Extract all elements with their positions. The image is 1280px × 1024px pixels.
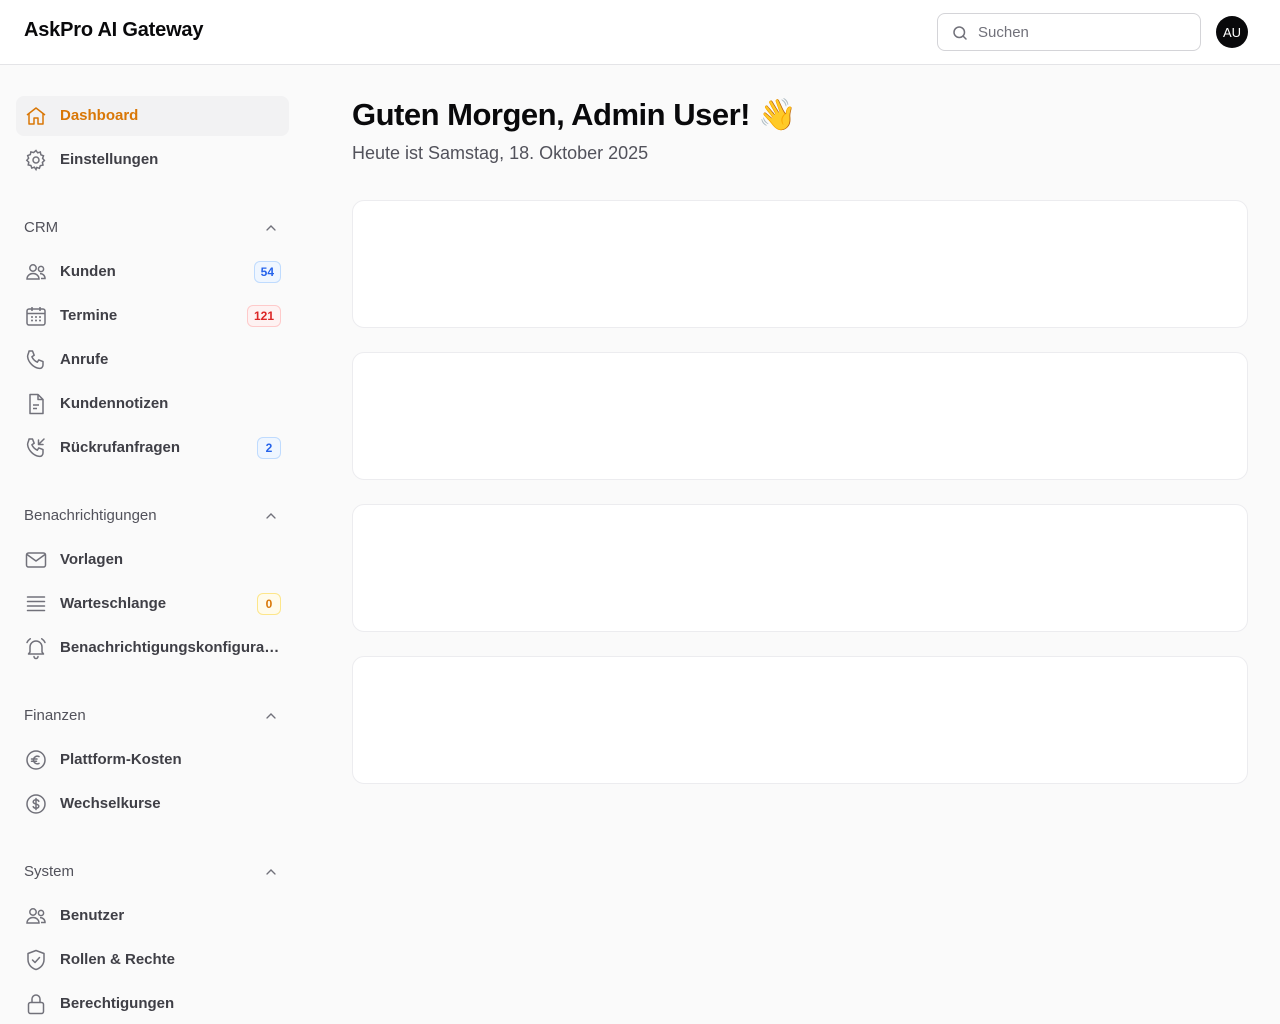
search-box[interactable]	[937, 13, 1201, 51]
chevron-up-icon[interactable]	[263, 508, 279, 524]
search-input[interactable]	[978, 22, 1188, 42]
sidebar-item-label: Berechtigungen	[60, 995, 175, 1012]
lock-icon	[24, 992, 48, 1016]
sidebar-item-label: Rollen & Rechte	[60, 951, 176, 968]
group-header-crm[interactable]: CRM	[16, 216, 289, 240]
sidebar-item-label: Einstellungen	[60, 151, 159, 168]
sidebar-item-label: Anrufe	[60, 351, 109, 368]
sidebar-item-label: Termine	[60, 307, 118, 324]
dashboard-card	[352, 504, 1248, 632]
calendar-icon	[24, 304, 48, 328]
top-bar: AskPro AI Gateway AU	[0, 0, 1280, 65]
group-title: Finanzen	[24, 707, 86, 724]
queue-icon	[24, 592, 48, 616]
sidebar-item-anrufe[interactable]: Anrufe	[16, 340, 289, 380]
sidebar-item-einstellungen[interactable]: Einstellungen	[16, 140, 289, 180]
document-icon	[24, 392, 48, 416]
sidebar-item-dashboard[interactable]: Dashboard	[16, 96, 289, 136]
home-icon	[24, 104, 48, 128]
sidebar-item-vorlagen[interactable]: Vorlagen	[16, 540, 289, 580]
page-title: Guten Morgen, Admin User! 👋	[352, 97, 797, 132]
sidebar-item-plattform-kosten[interactable]: Plattform-Kosten	[16, 740, 289, 780]
users-icon	[24, 260, 48, 284]
date-subtitle: Heute ist Samstag, 18. Oktober 2025	[352, 143, 649, 163]
euro-icon	[24, 748, 48, 772]
count-badge: 0	[257, 593, 281, 615]
sidebar-item-rueckrufanfragen[interactable]: Rückrufanfragen 2	[16, 428, 289, 468]
users-icon	[24, 904, 48, 928]
shield-check-icon	[24, 948, 48, 972]
group-title: CRM	[24, 219, 59, 236]
count-badge: 121	[246, 305, 281, 327]
dollar-icon	[24, 792, 48, 816]
gear-icon	[24, 148, 48, 172]
chevron-up-icon[interactable]	[263, 864, 279, 880]
phone-incoming-icon	[24, 436, 48, 460]
avatar[interactable]: AU	[1216, 16, 1248, 48]
sidebar-item-benutzer[interactable]: Benutzer	[16, 896, 289, 936]
sidebar-item-label: Kunden	[60, 263, 116, 280]
dashboard-card	[352, 656, 1248, 784]
sidebar-item-label: Wechselkurse	[60, 795, 161, 812]
sidebar-item-warteschlange[interactable]: Warteschlange 0	[16, 584, 289, 624]
dashboard-card	[352, 352, 1248, 480]
chevron-up-icon[interactable]	[263, 220, 279, 236]
sidebar-item-kundennotizen[interactable]: Kundennotizen	[16, 384, 289, 424]
sidebar-item-label: Warteschlange	[60, 595, 167, 612]
group-title: Benachrichtigungen	[24, 507, 157, 524]
group-header-finanzen[interactable]: Finanzen	[16, 704, 289, 728]
sidebar-item-berechtigungen[interactable]: Berechtigungen	[16, 984, 289, 1024]
bell-icon	[24, 636, 48, 660]
sidebar-item-label: Benachrichtigungskonfiguratio...	[60, 639, 282, 656]
sidebar-item-label: Rückrufanfragen	[60, 439, 181, 456]
envelope-icon	[24, 548, 48, 572]
search-icon	[951, 24, 969, 42]
chevron-up-icon[interactable]	[263, 708, 279, 724]
sidebar-item-benachrichtigungskonfiguration[interactable]: Benachrichtigungskonfiguratio...	[16, 628, 289, 668]
group-header-benachrichtigungen[interactable]: Benachrichtigungen	[16, 504, 289, 528]
group-title: System	[24, 863, 75, 880]
sidebar-item-label: Plattform-Kosten	[60, 751, 182, 768]
sidebar-item-rollen-rechte[interactable]: Rollen & Rechte	[16, 940, 289, 980]
count-badge: 54	[253, 261, 281, 283]
dashboard-card	[352, 200, 1248, 328]
sidebar-item-label: Vorlagen	[60, 551, 124, 568]
brand-title[interactable]: AskPro AI Gateway	[24, 19, 203, 42]
group-header-system[interactable]: System	[16, 860, 289, 884]
count-badge: 2	[257, 437, 281, 459]
sidebar-item-label: Kundennotizen	[60, 395, 169, 412]
sidebar-item-wechselkurse[interactable]: Wechselkurse	[16, 784, 289, 824]
sidebar-item-label: Benutzer	[60, 907, 125, 924]
sidebar-item-kunden[interactable]: Kunden 54	[16, 252, 289, 292]
sidebar-item-label: Dashboard	[60, 107, 139, 124]
phone-icon	[24, 348, 48, 372]
sidebar-item-termine[interactable]: Termine 121	[16, 296, 289, 336]
